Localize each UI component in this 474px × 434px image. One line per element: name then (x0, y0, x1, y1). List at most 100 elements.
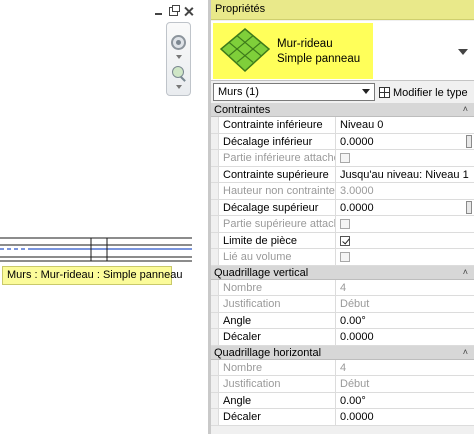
property-value: Début (340, 378, 370, 390)
property-row[interactable]: Contrainte supérieure Jusqu'au niveau: Ni… (211, 166, 474, 183)
property-value[interactable]: Niveau 0 (336, 117, 474, 133)
property-name: Décalage supérieur (219, 199, 336, 215)
section-title: Quadrillage vertical (214, 266, 309, 279)
property-name: Nombre (219, 279, 336, 295)
property-name: Nombre (219, 359, 336, 375)
chevron-down-icon[interactable] (176, 55, 182, 59)
property-value: 3.0000 (340, 185, 374, 197)
curtain-wall-type-icon (219, 28, 271, 73)
row-gutter (211, 199, 219, 215)
edit-type-label: Modifier le type (393, 86, 468, 99)
property-name: Décaler (219, 409, 336, 425)
row-gutter (211, 376, 219, 392)
section-title: Contraintes (214, 104, 271, 116)
section-header[interactable]: Quadrillage vertical ˄ (211, 265, 474, 280)
navigation-bar (166, 22, 191, 96)
row-gutter (211, 117, 219, 133)
row-gutter (211, 329, 219, 345)
property-row[interactable]: Décaler 0.0000 (211, 329, 474, 346)
instance-filter-select[interactable]: Murs (1) (213, 83, 375, 101)
property-row: Nombre 4 (211, 279, 474, 296)
property-row[interactable]: Contrainte inférieure Niveau 0 (211, 117, 474, 134)
property-row: Hauteur non contrainte 3.0000 (211, 183, 474, 200)
property-row[interactable]: Décalage supérieur 0.0000 (211, 199, 474, 216)
row-gutter (211, 279, 219, 295)
close-icon[interactable] (184, 7, 193, 16)
property-name: Hauteur non contrainte (219, 183, 336, 199)
properties-grid: Contraintes ˄ Contrainte inférieure Niveau … (211, 103, 474, 426)
property-row: Justification Début (211, 376, 474, 393)
row-gutter (211, 249, 219, 265)
property-name: Angle (219, 392, 336, 408)
property-value[interactable]: 0.00° (336, 393, 474, 409)
property-row: Justification Début (211, 296, 474, 313)
value-spinner-handle[interactable] (466, 134, 472, 148)
steering-wheel-icon[interactable] (171, 35, 186, 50)
collapse-icon[interactable]: ˄ (463, 267, 468, 277)
property-checkbox (340, 219, 350, 229)
row-gutter (211, 216, 219, 232)
property-name: Angle (219, 312, 336, 328)
drawing-canvas[interactable]: Murs : Mur-rideau : Simple panneau (0, 0, 208, 434)
curtain-wall-element[interactable] (0, 235, 208, 265)
property-name: Justification (219, 376, 336, 392)
type-family-name: Mur-rideau (277, 38, 333, 50)
chevron-down-icon[interactable] (458, 47, 468, 57)
property-value[interactable]: 0.0000 (336, 200, 474, 216)
property-value: 4 (340, 361, 347, 374)
property-value[interactable]: 0.0000 (336, 329, 474, 345)
value-spinner-handle[interactable] (466, 200, 472, 214)
property-row[interactable]: Décaler 0.0000 (211, 409, 474, 426)
property-row[interactable]: Angle 0.00° (211, 312, 474, 329)
property-checkbox (340, 153, 350, 163)
edit-type-icon (379, 87, 390, 98)
property-row: Partie inférieure attachée (211, 150, 474, 167)
row-gutter (211, 150, 219, 166)
property-value: Début (340, 298, 370, 310)
chevron-down-icon[interactable] (176, 85, 182, 89)
property-value[interactable]: 0.00° (336, 313, 474, 329)
property-name: Partie inférieure attachée (219, 150, 336, 166)
property-value (336, 216, 474, 232)
property-value[interactable]: 0.0000 (336, 134, 474, 150)
row-gutter (211, 312, 219, 328)
property-name: Décaler (219, 329, 336, 345)
collapse-icon[interactable]: ˄ (463, 347, 468, 357)
property-row: Partie supérieure attachée (211, 216, 474, 233)
property-name: Contrainte supérieure (219, 166, 336, 182)
property-value[interactable]: Jusqu'au niveau: Niveau 1 (336, 167, 474, 183)
property-row[interactable]: Angle 0.00° (211, 392, 474, 409)
instance-filter-value: Murs (1) (218, 86, 259, 98)
section-header[interactable]: Quadrillage horizontal ˄ (211, 345, 474, 360)
row-gutter (211, 166, 219, 182)
zoom-icon[interactable] (172, 66, 184, 78)
row-gutter (211, 296, 219, 312)
property-checkbox (340, 252, 350, 262)
minimize-icon[interactable] (154, 7, 163, 16)
row-gutter (211, 409, 219, 425)
palette-title-bar[interactable]: Propriétés (211, 0, 474, 20)
property-row[interactable]: Limite de pièce (211, 232, 474, 249)
property-row[interactable]: Décalage inférieur 0.0000 (211, 133, 474, 150)
property-value (336, 233, 474, 249)
restore-icon[interactable] (169, 4, 180, 16)
instance-row: Murs (1) Modifier le type (211, 82, 474, 102)
property-value (336, 150, 474, 166)
edit-type-button[interactable]: Modifier le type (377, 83, 470, 101)
properties-palette: Propriétés Mur-rideau Simple panneau Mur… (211, 0, 474, 434)
property-row: Lié au volume (211, 249, 474, 266)
property-name: Justification (219, 296, 336, 312)
property-value[interactable]: 0.0000 (336, 409, 474, 425)
view-window-controls (154, 4, 193, 17)
row-gutter (211, 392, 219, 408)
type-name: Simple panneau (277, 53, 361, 65)
property-value (336, 249, 474, 265)
property-name: Lié au volume (219, 249, 336, 265)
type-selector[interactable]: Mur-rideau Simple panneau (211, 21, 474, 81)
property-value: 4 (340, 281, 347, 294)
section-header[interactable]: Contraintes ˄ (211, 103, 474, 117)
element-tooltip: Murs : Mur-rideau : Simple panneau (2, 266, 182, 285)
row-gutter (211, 133, 219, 149)
property-checkbox[interactable] (340, 235, 350, 246)
collapse-icon[interactable]: ˄ (463, 104, 468, 114)
